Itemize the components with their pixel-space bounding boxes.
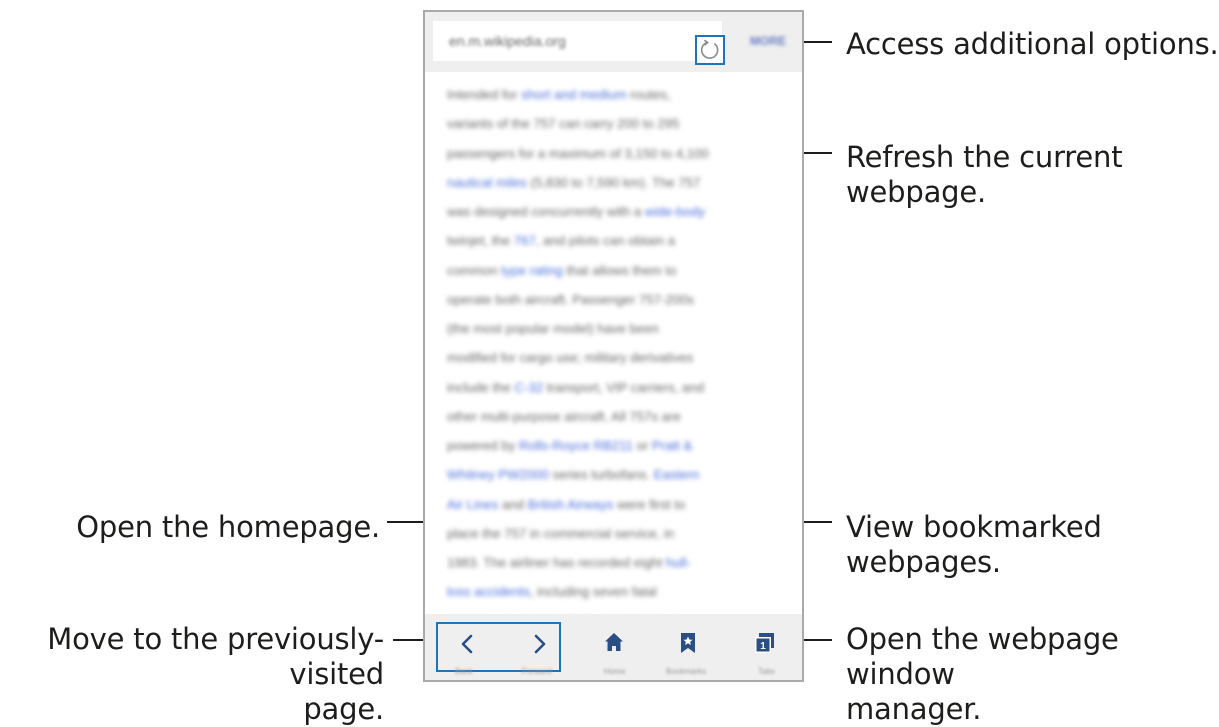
article-line: Whitney PW2000 series turbofans. Eastern [447, 460, 787, 489]
article-link[interactable]: Rolls-Royce RB211 [519, 438, 633, 453]
article-link[interactable]: 767 [514, 233, 536, 248]
article-text: place the 757 in commercial service, in [447, 525, 675, 541]
callout-tabs-line2: manager. [846, 692, 982, 726]
article-text: twinjet, the [447, 233, 514, 249]
article-text: was designed concurrently with a [447, 204, 645, 219]
article-line: modified for cargo use; military derivat… [447, 343, 787, 372]
article-link[interactable]: Whitney PW2000 [447, 467, 549, 482]
forward-icon[interactable] [518, 628, 562, 660]
article-text: were first to [613, 496, 686, 512]
back-label: Back [455, 667, 473, 676]
article-line: powered by Rolls-Royce RB211 or Pratt & [447, 431, 787, 460]
callout-tabs-line1: Open the webpage window [846, 622, 1119, 691]
article-link[interactable]: C-32 [514, 380, 543, 395]
article-text: or [632, 438, 652, 453]
more-button[interactable]: MORE [750, 34, 786, 48]
bottom-toolbar: 1 Back Forward Home Bookmarks Tabs [425, 614, 802, 680]
article-text: common [447, 262, 502, 278]
article-text: variants of the 757 can carry 200 to 295 [447, 116, 680, 132]
article-text: transport, VIP carriers, and [543, 379, 705, 395]
refresh-icon [700, 39, 719, 59]
article-text: powered by [447, 438, 519, 453]
article-line: (the most popular model) have been [447, 314, 787, 343]
article-text: modified for cargo use; military derivat… [447, 350, 694, 366]
callout-home: Open the homepage. [76, 510, 380, 544]
article-line: place the 757 in commercial service, in [447, 519, 787, 548]
home-icon[interactable] [601, 629, 627, 657]
article-text: 1983. The airliner has recorded eight [447, 555, 666, 570]
article-line: other multi-purpose aircraft. All 757s a… [447, 402, 787, 431]
article-line: Air Lines and British Airways were first… [447, 490, 787, 519]
callout-refresh: Refresh the current webpage. [846, 140, 1123, 209]
article-link[interactable]: Air Lines [447, 497, 498, 512]
article-link[interactable]: short and medium [521, 87, 627, 102]
article-line: common type rating that allows them to [447, 256, 787, 285]
refresh-button[interactable] [695, 35, 725, 65]
article-line: variants of the 757 can carry 200 to 295 [447, 109, 787, 138]
article-text: , including seven fatal [529, 584, 657, 600]
tabs-icon[interactable]: 1 [751, 629, 779, 657]
callout-tabs: Open the webpage window manager. [846, 622, 1219, 727]
article-content: Intended for short and medium routes, var… [447, 80, 787, 636]
browser-screen: en.m.wikipedia.org MORE Intended for sho… [423, 10, 804, 682]
callout-more-options: Access additional options. [846, 27, 1219, 61]
article-text: Intended for [447, 87, 522, 102]
article-line: operate both aircraft. Passenger 757-200… [447, 285, 787, 314]
article-text: , and pilots can obtain a [535, 233, 676, 249]
article-text: routes, [626, 87, 671, 102]
article-line: 1983. The airliner has recorded eight hu… [447, 548, 787, 577]
article-text: passengers for a maximum of 3,150 to 4,1… [447, 145, 709, 161]
article-line: was designed concurrently with a wide-bo… [447, 197, 787, 226]
tab-count: 1 [760, 641, 766, 652]
tabs-label: Tabs [758, 667, 775, 676]
back-icon[interactable] [445, 628, 489, 660]
url-text: en.m.wikipedia.org [449, 33, 566, 49]
url-field[interactable]: en.m.wikipedia.org [433, 21, 725, 65]
article-line: passengers for a maximum of 3,150 to 4,1… [447, 139, 787, 168]
article-text: that allows them to [562, 262, 677, 278]
article-link[interactable]: hull- [666, 555, 691, 570]
article-line: twinjet, the 767, and pilots can obtain … [447, 226, 787, 255]
article-text: (the most popular model) have been [447, 321, 659, 336]
article-line: nautical miles (5,830 to 7,590 km). The … [447, 168, 787, 197]
article-line: Intended for short and medium routes, [447, 80, 787, 109]
article-line: loss accidents, including seven fatal [447, 577, 787, 606]
callout-back-forward-line2: page. [303, 692, 384, 726]
article-link[interactable]: loss accidents [447, 584, 530, 599]
article-text: other multi-purpose aircraft. All 757s a… [447, 408, 681, 424]
article-text: series turbofans. [548, 467, 654, 483]
bookmark-icon[interactable] [675, 629, 701, 657]
article-line: include the C-32 transport, VIP carriers… [447, 373, 787, 402]
home-label: Home [604, 667, 626, 676]
article-link[interactable]: wide-body [645, 204, 705, 219]
article-text: and [498, 496, 528, 512]
callout-bookmarks: View bookmarked webpages. [846, 510, 1102, 579]
article-link[interactable]: Pratt & [652, 438, 692, 453]
bookmarks-label: Bookmarks [666, 667, 707, 676]
article-text: include the [447, 379, 515, 395]
article-text: (5,830 to 7,590 km). The 757 [526, 174, 701, 190]
article-link[interactable]: British Airways [528, 497, 614, 512]
article-link[interactable]: nautical miles [447, 175, 527, 190]
callout-back-forward: Move to the previously-visited page. [0, 622, 384, 727]
article-link[interactable]: Eastern [654, 467, 699, 482]
address-bar: en.m.wikipedia.org MORE [425, 12, 802, 72]
forward-label: Forward [522, 667, 552, 676]
article-link[interactable]: type rating [501, 263, 563, 278]
callout-back-forward-line1: Move to the previously-visited [47, 622, 384, 691]
article-text: operate both aircraft. Passenger 757-200… [447, 291, 695, 307]
